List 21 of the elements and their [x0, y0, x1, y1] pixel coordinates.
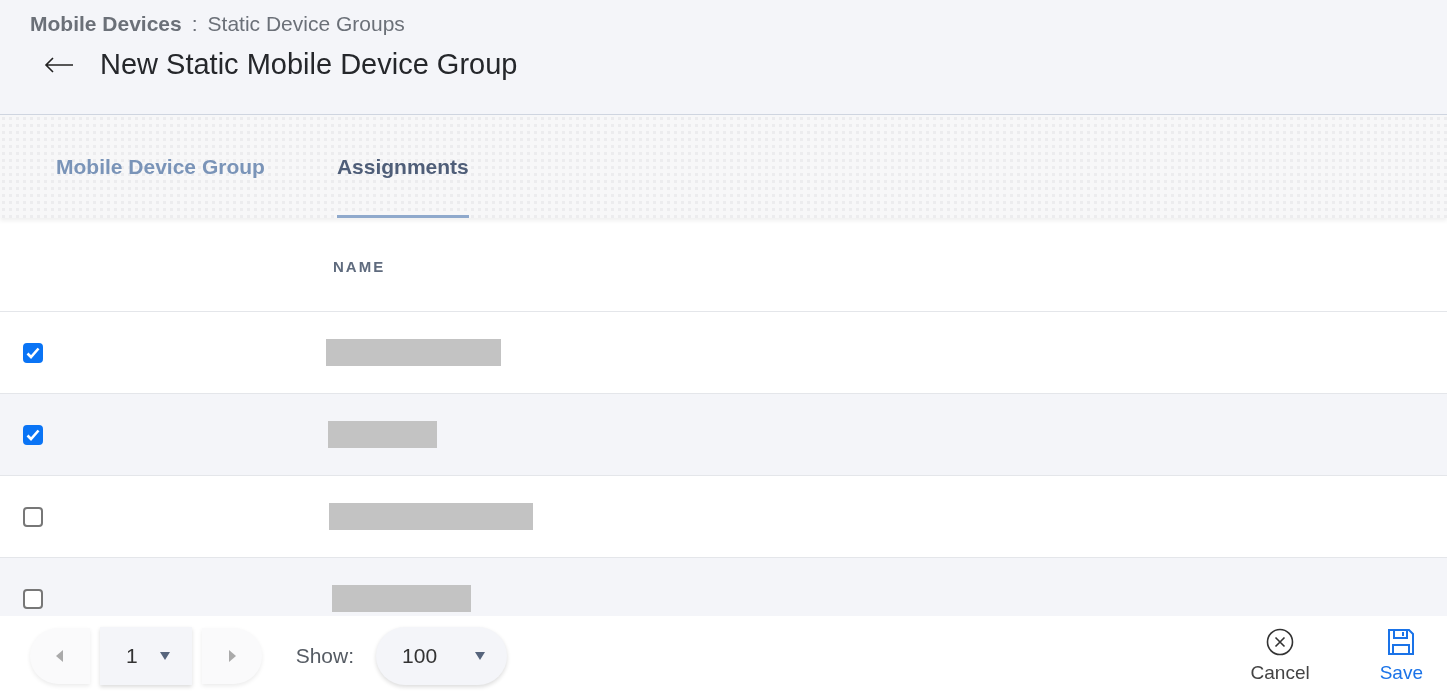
left-triangle-icon	[56, 650, 64, 662]
checkbox[interactable]	[23, 506, 43, 527]
checkbox[interactable]	[23, 342, 43, 363]
checkbox[interactable]	[23, 588, 43, 609]
caret-icon	[475, 652, 486, 660]
page-select[interactable]: 1	[100, 627, 192, 685]
show-label: Show:	[295, 644, 355, 668]
right-triangle-icon	[227, 650, 236, 662]
tab[interactable]: Assignments	[336, 115, 469, 218]
page-size-select[interactable]: 100	[376, 627, 508, 685]
cancel-icon	[1266, 628, 1295, 656]
caret-icon	[159, 652, 170, 660]
back-arrow-icon[interactable]	[44, 56, 74, 73]
column-header: NAME	[333, 257, 386, 275]
breadcrumb-link[interactable]: Mobile Devices	[30, 12, 182, 36]
cancel-button[interactable]: Cancel	[1250, 628, 1310, 684]
save-button[interactable]: Save	[1379, 628, 1423, 684]
breadcrumb-separator: :	[191, 12, 198, 36]
checkbox[interactable]	[23, 424, 43, 445]
breadcrumb-current: Static Device Groups	[207, 12, 405, 36]
page-title: New Static Mobile Device Group	[100, 48, 518, 81]
